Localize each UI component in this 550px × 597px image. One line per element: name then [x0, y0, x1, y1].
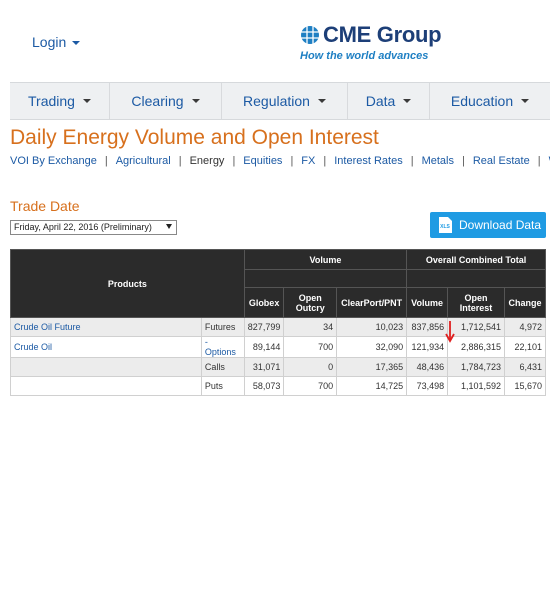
product-type: Calls	[200, 357, 245, 377]
subnav-separator: |	[232, 155, 236, 167]
change-cell: 6,431	[504, 357, 546, 377]
nav-item-clearing[interactable]: Clearing	[110, 83, 222, 119]
chevron-down-icon	[521, 99, 530, 103]
dropdown-arrow-icon	[166, 224, 172, 229]
oi-header: Overall Combined Total	[406, 249, 546, 270]
product-link[interactable]: Crude Oil	[10, 336, 202, 358]
page-title: Daily Energy Volume and Open Interest	[10, 126, 379, 149]
subnav-item-agricultural[interactable]: Agricultural	[116, 155, 171, 167]
trade-date-value: Friday, April 22, 2016 (Preliminary)	[14, 222, 152, 232]
chevron-down-icon	[403, 99, 412, 103]
open-interest-header: Open Interest	[447, 287, 506, 318]
subnav-item-voi-by-exchange[interactable]: VOI By Exchange	[10, 155, 97, 167]
nav-item-label: Clearing	[131, 93, 184, 109]
login-menu[interactable]: Login	[32, 34, 81, 50]
globex-header: Globex	[243, 287, 285, 318]
logo-tagline: How the world advances	[300, 50, 429, 62]
nav-item-data[interactable]: Data	[348, 83, 430, 119]
subnav-item-fx[interactable]: FX	[301, 155, 315, 167]
chevron-down-icon	[317, 99, 326, 103]
product-link[interactable]: Crude Oil Future	[10, 317, 202, 337]
xls-icon-text: XLS	[440, 224, 450, 230]
clearport-cell: 17,365	[336, 357, 408, 377]
globex-cell: 58,073	[243, 376, 285, 396]
table-row: Puts 58,073 700 14,725 73,498 1,101,592 …	[10, 376, 546, 396]
nav-item-regulation[interactable]: Regulation	[222, 83, 348, 119]
volume-header-spacer	[243, 269, 408, 288]
nav-item-label: Data	[365, 93, 396, 109]
open-interest-cell: 1,712,541	[447, 317, 506, 337]
volume-header: Volume	[243, 249, 408, 270]
table-row: Crude Oil - Options 89,144 700 32,090 12…	[10, 336, 546, 358]
logo-name: CME Group	[323, 22, 442, 47]
open-interest-cell: 1,784,723	[447, 357, 506, 377]
subnav-separator: |	[537, 155, 541, 167]
open-outcry-cell: 700	[283, 376, 338, 396]
open-outcry-header: Open Outcry	[283, 287, 338, 318]
product-type: Futures	[200, 317, 245, 337]
volume-cell: 73,498	[406, 376, 449, 396]
login-label: Login	[32, 34, 67, 50]
total-volume-header: Volume	[406, 287, 449, 318]
open-outcry-cell: 0	[283, 357, 338, 377]
volume-cell: 837,856	[406, 317, 449, 337]
nav-item-label: Trading	[28, 93, 75, 109]
subnav-separator: |	[461, 155, 465, 167]
open-outcry-cell: 34	[283, 317, 338, 337]
subnav-separator: |	[410, 155, 414, 167]
subnav-item-equities[interactable]: Equities	[243, 155, 282, 167]
table-row: Crude Oil Future Futures 827,799 34 10,0…	[10, 317, 546, 337]
product-type: Puts	[200, 376, 245, 396]
nav-item-label: Education	[450, 93, 514, 109]
table-row: Calls 31,071 0 17,365 48,436 1,784,723 6…	[10, 357, 546, 377]
xls-file-icon: XLS	[439, 217, 452, 233]
volume-cell: 121,934	[406, 336, 449, 358]
globex-cell: 31,071	[243, 357, 285, 377]
change-cell: 22,101	[504, 336, 546, 358]
main-nav: Trading Clearing Regulation Data Educati…	[10, 82, 550, 120]
nav-item-education[interactable]: Education	[430, 83, 550, 119]
change-cell: 4,972	[504, 317, 546, 337]
subnav-separator: |	[290, 155, 294, 167]
product-cell	[10, 357, 202, 377]
subnav-item-interest-rates[interactable]: Interest Rates	[334, 155, 402, 167]
options-toggle[interactable]: - Options	[200, 336, 245, 358]
nav-item-label: Regulation	[243, 93, 310, 109]
red-arrow-annotation-icon	[445, 321, 455, 343]
volume-oi-table: Products Volume Overall Combined Total G…	[10, 249, 546, 396]
subnav-separator: |	[178, 155, 182, 167]
subnav-item-metals[interactable]: Metals	[422, 155, 454, 167]
subnav-item-energy[interactable]: Energy	[190, 155, 225, 167]
clearport-cell: 14,725	[336, 376, 408, 396]
subnav-separator: |	[323, 155, 327, 167]
download-data-label: Download Data	[459, 218, 542, 232]
category-subnav: VOI By Exchange | Agricultural | Energy | Equi…	[10, 155, 550, 167]
trade-date-select[interactable]: Friday, April 22, 2016 (Preliminary)	[10, 220, 177, 235]
open-interest-cell: 1,101,592	[447, 376, 506, 396]
chevron-down-icon	[82, 99, 91, 103]
clearport-cell: 10,023	[336, 317, 408, 337]
nav-item-trading[interactable]: Trading	[10, 83, 110, 119]
trade-date-label: Trade Date	[10, 198, 80, 214]
change-header: Change	[504, 287, 546, 318]
cme-group-logo[interactable]: CME Group How the world advances	[300, 22, 460, 62]
open-outcry-cell: 700	[283, 336, 338, 358]
clearport-cell: 32,090	[336, 336, 408, 358]
globe-icon	[301, 26, 319, 44]
download-data-button[interactable]: XLS Download Data	[430, 212, 546, 238]
open-interest-cell: 2,886,315	[447, 336, 506, 358]
chevron-down-icon	[72, 41, 81, 46]
globex-cell: 827,799	[243, 317, 285, 337]
oi-header-spacer	[406, 269, 546, 288]
globex-cell: 89,144	[243, 336, 285, 358]
subnav-item-real-estate[interactable]: Real Estate	[473, 155, 530, 167]
volume-cell: 48,436	[406, 357, 449, 377]
products-header: Products	[10, 249, 245, 318]
product-cell	[10, 376, 202, 396]
clearport-header: ClearPort/PNT	[336, 287, 408, 318]
change-cell: 15,670	[504, 376, 546, 396]
subnav-separator: |	[104, 155, 108, 167]
chevron-down-icon	[191, 99, 200, 103]
